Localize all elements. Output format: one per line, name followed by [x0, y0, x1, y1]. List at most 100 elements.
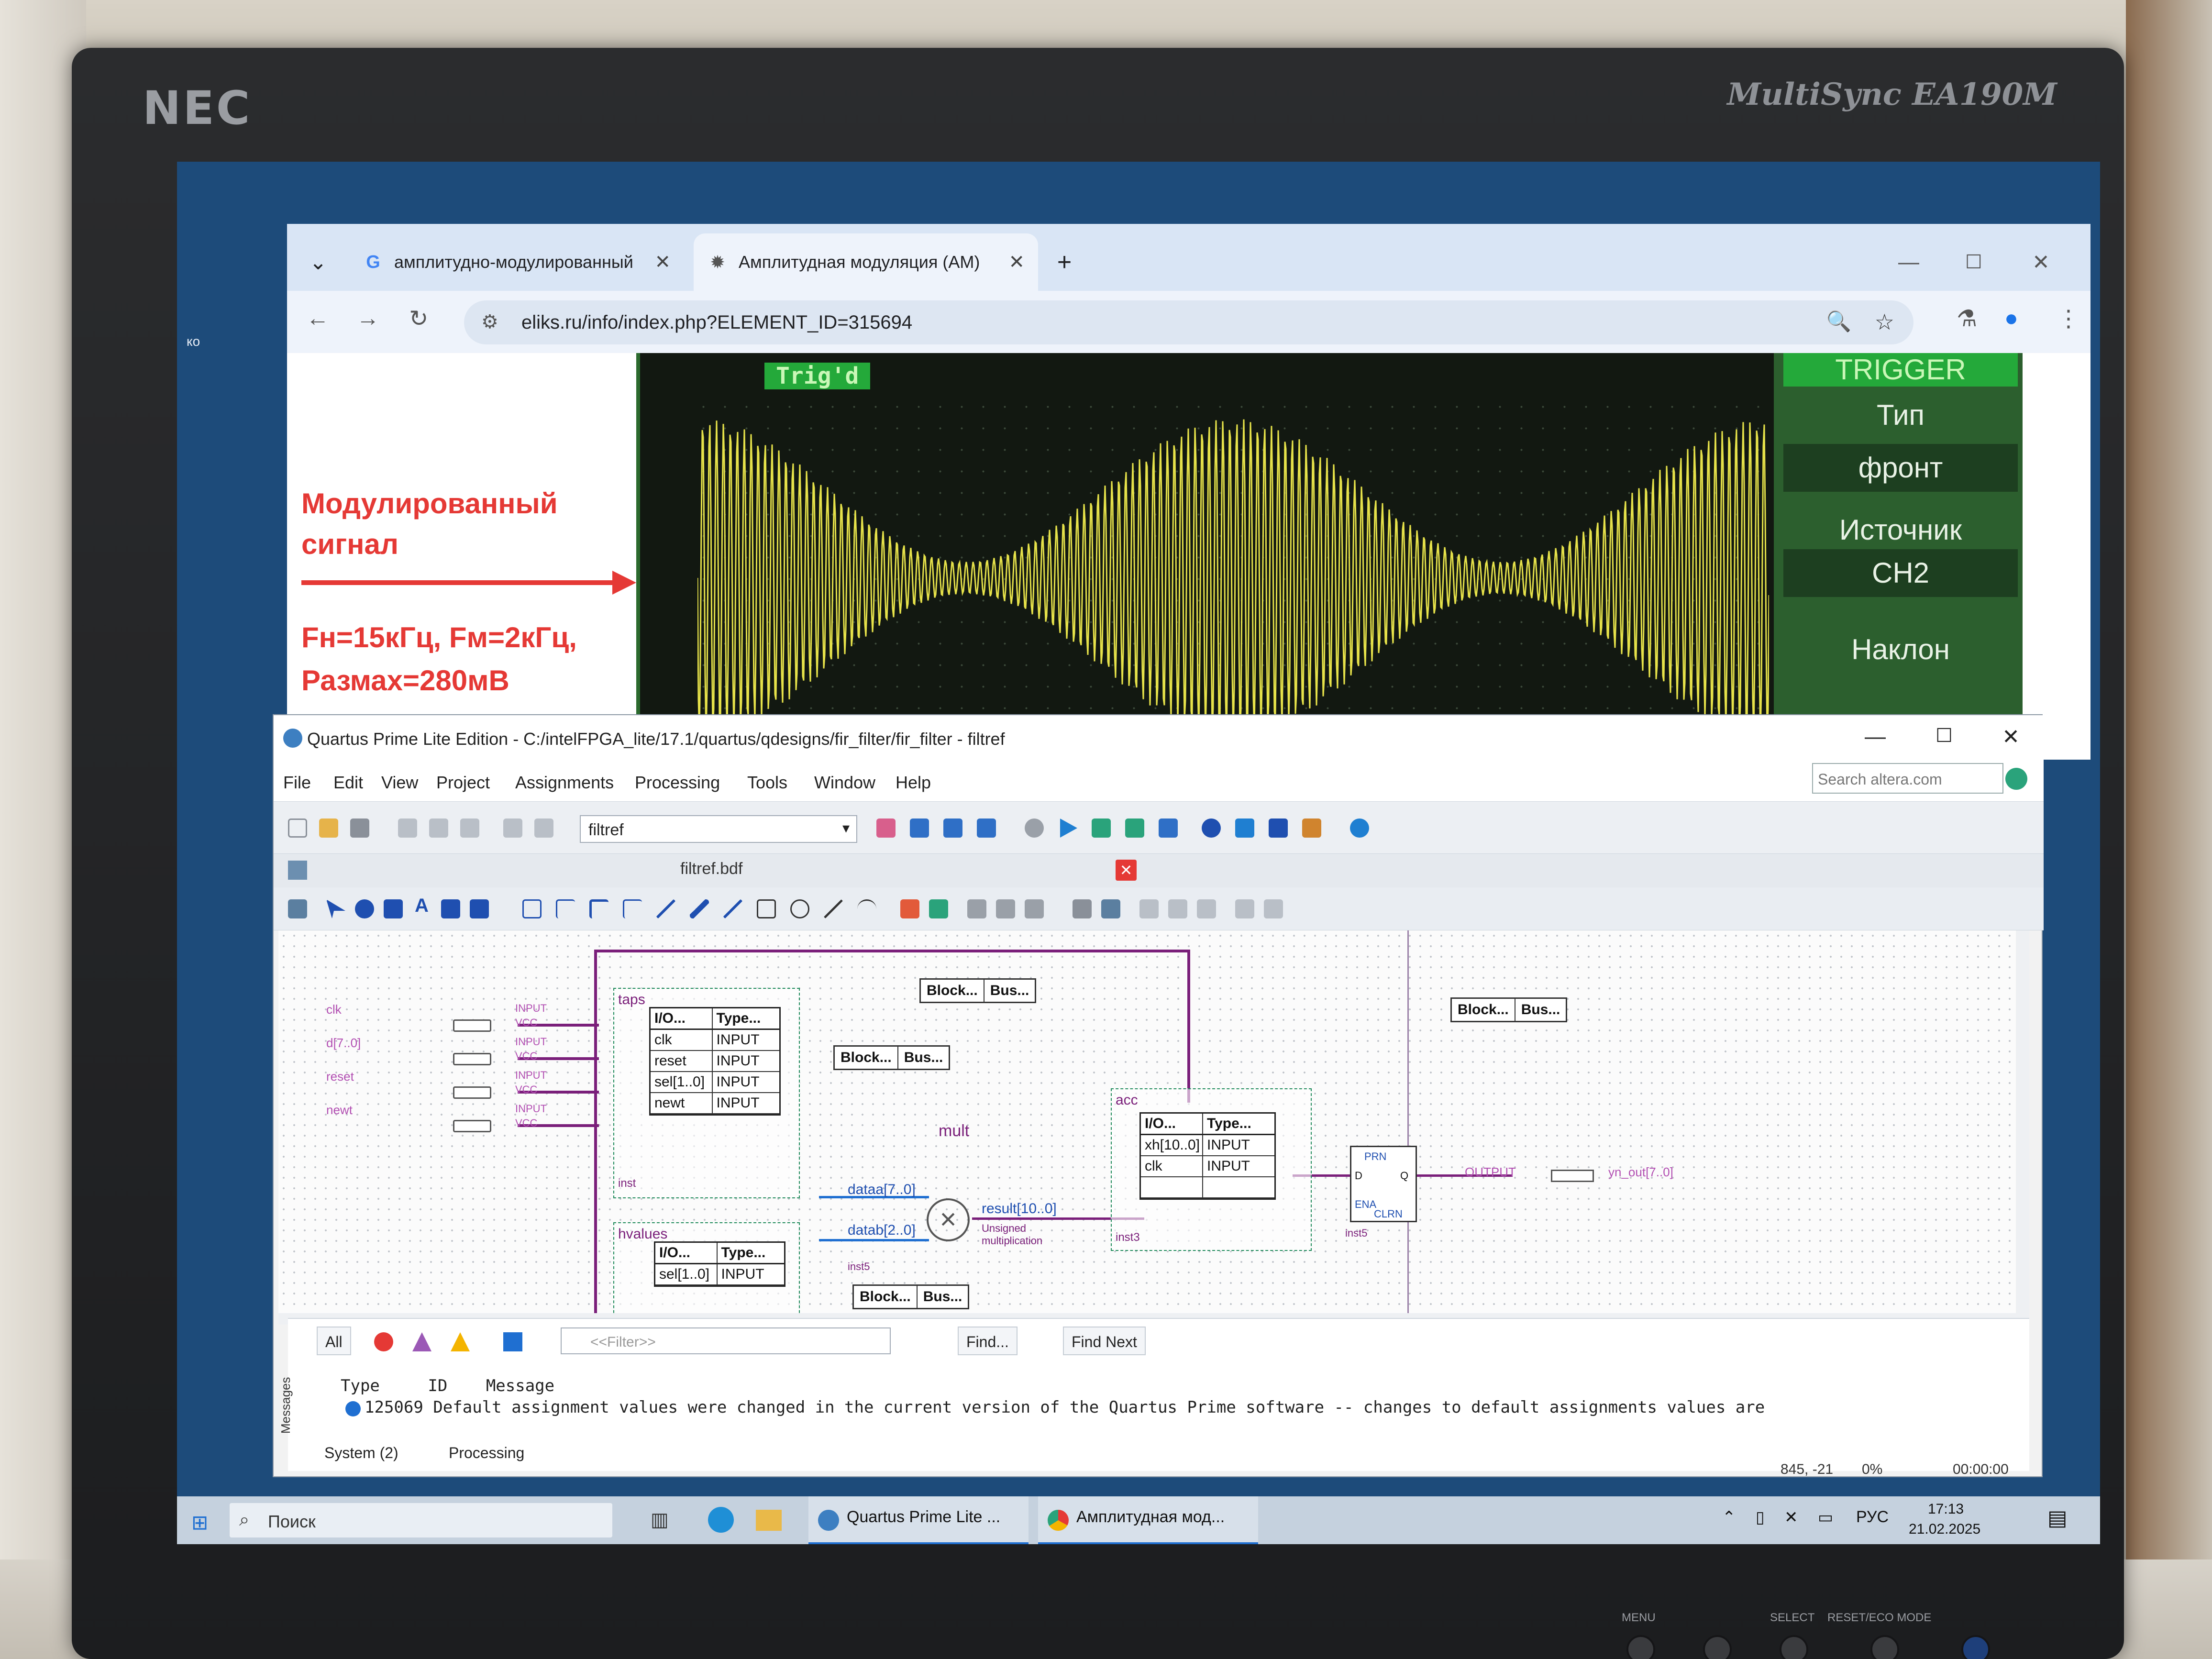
assembler-icon[interactable]	[1125, 818, 1144, 838]
suppressed-filter-icon[interactable]	[503, 1332, 522, 1351]
star-icon[interactable]: ☆	[1875, 309, 1894, 335]
bezel-menu-button[interactable]	[1626, 1635, 1655, 1659]
error-filter-icon[interactable]	[374, 1332, 393, 1351]
project-combo[interactable]: filtref ▾	[580, 815, 857, 843]
start-icon[interactable]: ⊞	[191, 1511, 208, 1534]
synthesis-icon[interactable]	[977, 818, 996, 838]
settings-icon[interactable]	[876, 818, 896, 838]
menu-project[interactable]: Project	[436, 773, 490, 793]
undo-icon[interactable]	[1235, 899, 1254, 918]
menu-edit[interactable]: Edit	[333, 773, 363, 793]
input-pin-clk[interactable]	[453, 1019, 491, 1032]
power-button[interactable]	[1961, 1635, 1990, 1659]
tab-1[interactable]: ✹ Амплитудная модуляция (АМ) ✕	[694, 233, 1038, 291]
maximize-icon[interactable]: ☐	[1936, 725, 1953, 747]
tab-0[interactable]: G амплитудно-модулированный ✕	[349, 233, 684, 291]
paste-icon[interactable]	[1197, 899, 1216, 918]
clock-date[interactable]: 21.02.2025	[1909, 1521, 1980, 1537]
rectangle-tool-icon[interactable]	[757, 899, 776, 918]
save-icon[interactable]	[1073, 899, 1092, 918]
close-document-icon[interactable]: ✕	[1116, 860, 1137, 881]
chevron-down-icon[interactable]: ▾	[842, 820, 850, 837]
pin-tool-icon[interactable]	[470, 899, 489, 918]
find-next-button[interactable]: Find Next	[1063, 1327, 1146, 1355]
bezel-select-button[interactable]	[1780, 1635, 1808, 1659]
hierarchy-icon[interactable]	[1235, 818, 1254, 838]
language-indicator[interactable]: РУС	[1856, 1508, 1889, 1526]
menu-window[interactable]: Window	[814, 773, 875, 793]
forward-icon[interactable]: →	[356, 305, 379, 332]
diagonal-node-icon[interactable]	[656, 899, 675, 918]
reload-icon[interactable]: ↻	[409, 305, 428, 332]
stop-icon[interactable]	[1025, 818, 1044, 838]
flip-vertical-icon[interactable]	[996, 899, 1015, 918]
block-bus-chip[interactable]: Block... Bus...	[833, 1045, 951, 1070]
input-pin-newt[interactable]	[453, 1120, 491, 1132]
block-bus-chip[interactable]: Block... Bus...	[919, 978, 1037, 1003]
copy-icon[interactable]	[1168, 899, 1187, 918]
zoom-icon[interactable]: 🔍	[1826, 310, 1851, 333]
block-bus-chip[interactable]: Block... Bus...	[852, 1284, 970, 1309]
minimize-icon[interactable]: —	[1865, 725, 1886, 749]
profile-icon[interactable]: ●	[2004, 305, 2018, 332]
menu-view[interactable]: View	[381, 773, 418, 793]
redo-icon[interactable]	[534, 818, 553, 838]
selection-tool-icon[interactable]	[326, 899, 345, 918]
document-tab[interactable]: filtref.bdf	[680, 860, 742, 878]
flip-horizontal-icon[interactable]	[967, 899, 986, 918]
save-icon[interactable]	[350, 818, 369, 838]
paste-icon[interactable]	[460, 818, 479, 838]
menu-tools[interactable]: Tools	[747, 773, 787, 793]
menu-help[interactable]: Help	[896, 773, 931, 793]
critical-warning-filter-icon[interactable]	[412, 1332, 431, 1351]
pin-planner-icon[interactable]	[1269, 818, 1288, 838]
diagonal-conduit-icon[interactable]	[723, 899, 742, 918]
partial-line-select-icon[interactable]	[900, 899, 919, 918]
netlist-icon[interactable]	[1202, 818, 1221, 838]
filter-all-button[interactable]: All	[317, 1327, 351, 1355]
undo-icon[interactable]	[503, 818, 522, 838]
warning-filter-icon[interactable]	[451, 1332, 470, 1351]
print-icon[interactable]	[1101, 899, 1120, 918]
tray-device-icon[interactable]: ▯	[1756, 1508, 1765, 1527]
edge-icon[interactable]	[708, 1507, 734, 1533]
search-input[interactable]: Search altera.com	[1812, 763, 2003, 794]
menu-file[interactable]: File	[283, 773, 311, 793]
rotate-icon[interactable]	[1025, 899, 1044, 918]
explorer-icon[interactable]	[756, 1510, 782, 1531]
task-view-icon[interactable]: ▥	[651, 1509, 669, 1531]
close-icon[interactable]: ✕	[1008, 251, 1025, 273]
fitter-icon[interactable]	[1092, 818, 1111, 838]
message-filter-input[interactable]: <<Filter>>	[561, 1327, 891, 1354]
chat-icon[interactable]	[1350, 818, 1369, 838]
site-info-icon[interactable]: ⚙	[481, 311, 498, 333]
timing-icon[interactable]	[1159, 818, 1178, 838]
vertical-scrollbar[interactable]	[2016, 930, 2029, 1313]
search-go-icon[interactable]	[2005, 768, 2027, 790]
close-icon[interactable]: ✕	[654, 251, 671, 273]
programmer-icon[interactable]	[1302, 818, 1321, 838]
compile-design-icon[interactable]	[910, 818, 929, 838]
input-pin-d[interactable]	[453, 1053, 491, 1065]
block-tool-icon[interactable]	[522, 899, 542, 918]
oval-tool-icon[interactable]	[790, 899, 809, 918]
bezel-dial[interactable]	[1703, 1635, 1732, 1659]
close-window-icon[interactable]: ✕	[2002, 725, 2020, 749]
close-window-icon[interactable]: ✕	[2019, 233, 2063, 291]
taskbar-app-quartus[interactable]: Quartus Prime Lite ...	[808, 1496, 1029, 1544]
menu-icon[interactable]: ⋮	[2057, 305, 2080, 332]
volume-muted-icon[interactable]: ✕	[1784, 1508, 1798, 1527]
menu-processing[interactable]: Processing	[635, 773, 720, 793]
diagonal-bus-icon[interactable]	[690, 899, 709, 918]
tab-search-button[interactable]: ⌄	[297, 233, 340, 291]
output-pin[interactable]	[1551, 1170, 1594, 1182]
open-file-icon[interactable]	[319, 818, 338, 838]
hand-tool-icon[interactable]	[384, 899, 403, 918]
address-bar[interactable]: ⚙ eliks.ru/info/index.php?ELEMENT_ID=315…	[464, 300, 1913, 344]
back-icon[interactable]: ←	[306, 305, 329, 332]
redo-icon[interactable]	[1264, 899, 1283, 918]
clock-time[interactable]: 17:13	[1928, 1501, 1964, 1517]
cut-icon[interactable]	[398, 818, 417, 838]
tray-chevron-icon[interactable]: ⌃	[1722, 1508, 1736, 1527]
bezel-reset-button[interactable]	[1870, 1635, 1899, 1659]
